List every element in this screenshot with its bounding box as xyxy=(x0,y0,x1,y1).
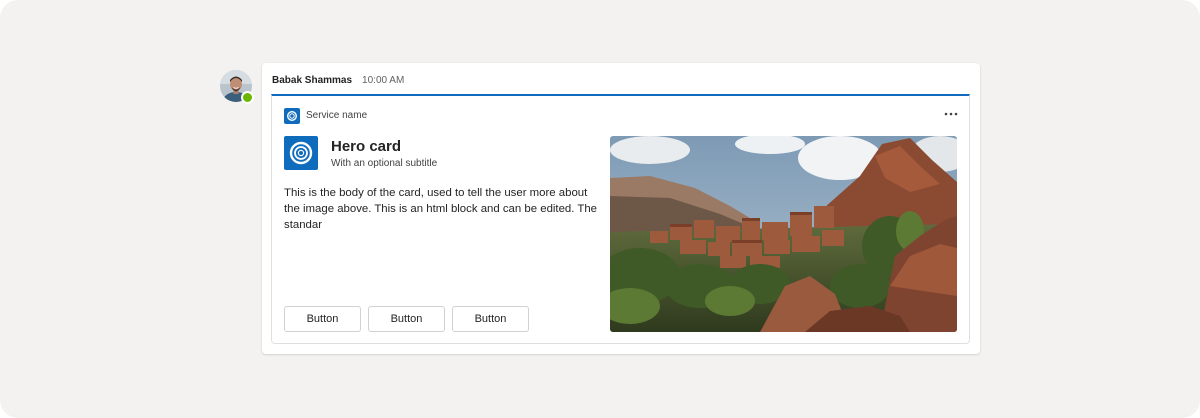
service-ring-icon xyxy=(284,107,300,124)
mountain-village-photo xyxy=(610,136,957,332)
chat-canvas: Babak Shammas 10:00 AM Service name Hero… xyxy=(0,0,1200,418)
hero-image[interactable] xyxy=(610,136,957,332)
message-header: Babak Shammas 10:00 AM xyxy=(272,73,404,87)
chat-message: Babak Shammas 10:00 AM Service name Hero… xyxy=(262,63,980,354)
card-title: Hero card xyxy=(331,138,402,155)
more-horizontal-icon[interactable] xyxy=(943,106,959,122)
card-subtitle: With an optional subtitle xyxy=(331,158,438,169)
author-name[interactable]: Babak Shammas xyxy=(272,75,352,86)
service-name: Service name xyxy=(306,110,368,121)
card-body-text: This is the body of the card, used to te… xyxy=(284,187,598,231)
hero-ring-icon xyxy=(284,136,318,170)
message-timestamp: 10:00 AM xyxy=(362,74,405,86)
card-action-button-3[interactable]: Button xyxy=(452,306,529,332)
avatar[interactable] xyxy=(220,70,254,104)
service-header: Service name xyxy=(284,107,367,124)
hero-card: Service name Hero card With an optional … xyxy=(271,94,970,344)
card-actions: Button Button Button xyxy=(284,306,529,332)
presence-available-icon xyxy=(241,91,254,104)
card-action-button-2[interactable]: Button xyxy=(368,306,445,332)
card-action-button-1[interactable]: Button xyxy=(284,306,361,332)
